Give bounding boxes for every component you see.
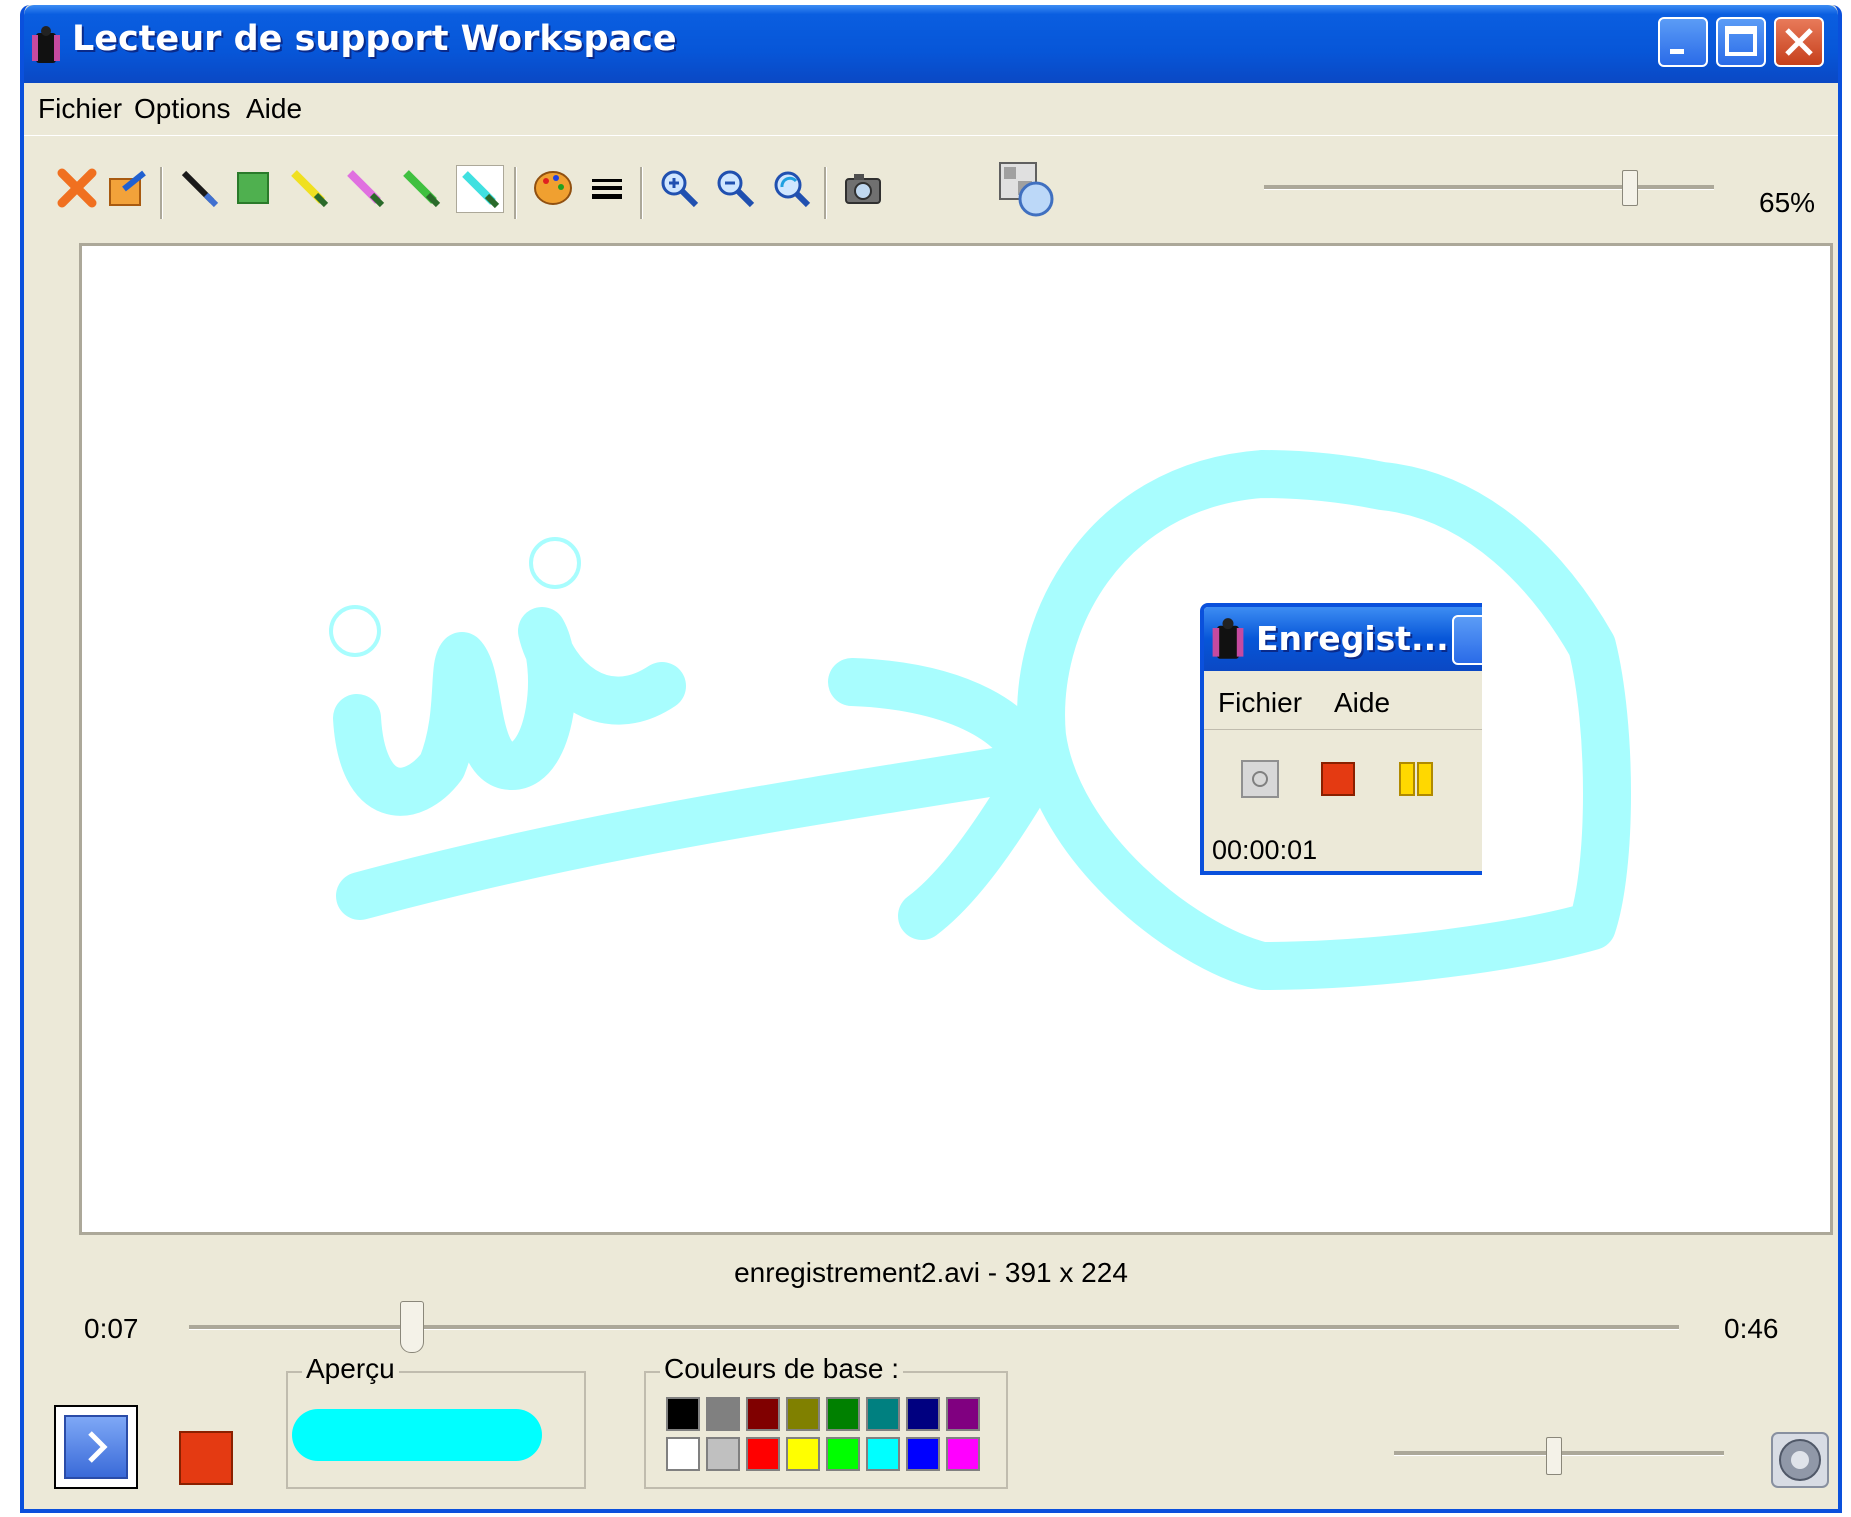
pointer-icon[interactable] (176, 165, 222, 211)
menu-aide[interactable]: Aide (246, 93, 302, 125)
yellow-pen-icon[interactable] (286, 165, 332, 211)
base-colors-label: Couleurs de base : (660, 1353, 904, 1385)
play-button[interactable] (54, 1405, 138, 1489)
preview-label: Aperçu (302, 1353, 399, 1385)
app-icon (32, 26, 60, 63)
color-swatch[interactable] (666, 1437, 700, 1471)
minimize-button[interactable] (1658, 17, 1708, 67)
maximize-button[interactable] (1716, 17, 1766, 67)
toolbar-separator (160, 167, 163, 219)
green-pen-icon[interactable] (398, 165, 444, 211)
toolbar-separator (824, 167, 827, 219)
stop-button[interactable] (179, 1431, 233, 1485)
recorder-menu-fichier[interactable]: Fichier (1218, 687, 1302, 719)
volume-slider-thumb[interactable] (1546, 1437, 1562, 1475)
color-swatch[interactable] (706, 1437, 740, 1471)
zoom-slider-track[interactable] (1264, 185, 1714, 190)
zoom-label: 65% (1759, 187, 1816, 218)
pink-pen-icon[interactable] (342, 165, 388, 211)
color-swatch[interactable] (786, 1437, 820, 1471)
zoom-fit-icon[interactable] (996, 159, 1056, 219)
file-info: enregistrement2.avi - 391 x 224 (734, 1257, 1128, 1288)
maximize-icon (1725, 26, 1757, 56)
cyan-pen-icon[interactable] (456, 165, 504, 213)
pause-icon[interactable] (1398, 761, 1436, 797)
color-swatch[interactable] (906, 1397, 940, 1431)
record-icon[interactable] (1240, 759, 1280, 799)
recorder-app-icon (1212, 618, 1244, 659)
window-title: Lecteur de support Workspace (72, 19, 677, 59)
recorder-title: Enregist... (1256, 619, 1449, 658)
color-swatch[interactable] (666, 1397, 700, 1431)
color-swatch[interactable] (866, 1397, 900, 1431)
recorder-window: Enregist... Fichier Aide 00:00:01 (1200, 603, 1482, 875)
line-width-icon[interactable] (584, 165, 630, 211)
main-window: Lecteur de support Workspace Fichier Opt… (20, 5, 1842, 1513)
color-swatch[interactable] (946, 1397, 980, 1431)
annotation-drawing (329, 450, 1631, 990)
close-button[interactable] (1774, 17, 1824, 67)
zoom-in-icon[interactable] (656, 165, 702, 211)
recorder-divider (1204, 729, 1482, 730)
recorder-minimize-button[interactable] (1452, 615, 1482, 665)
grid-icon[interactable] (230, 165, 276, 211)
color-swatch[interactable] (826, 1397, 860, 1431)
minimize-icon (1670, 49, 1684, 54)
preview-group: Aperçu (286, 1353, 586, 1489)
play-icon (64, 1415, 128, 1479)
recorder-stop-icon[interactable] (1320, 761, 1356, 797)
zoom-slider-thumb[interactable] (1622, 170, 1638, 206)
color-swatch[interactable] (866, 1437, 900, 1471)
color-swatch[interactable] (746, 1397, 780, 1431)
recorder-time: 00:00:01 (1212, 835, 1318, 865)
toolbar-separator (514, 167, 517, 219)
zoom-out-icon[interactable] (712, 165, 758, 211)
seek-slider-thumb[interactable] (400, 1301, 424, 1353)
base-colors-group: Couleurs de base : (644, 1353, 1008, 1489)
recorder-menu-aide[interactable]: Aide (1334, 687, 1390, 719)
color-swatch[interactable] (746, 1437, 780, 1471)
menu-options[interactable]: Options (134, 93, 231, 125)
color-swatch[interactable] (946, 1437, 980, 1471)
delete-icon[interactable] (54, 165, 100, 211)
current-time: 0:07 (84, 1313, 139, 1344)
color-swatch[interactable] (906, 1437, 940, 1471)
preview-swatch (292, 1409, 542, 1461)
color-swatch[interactable] (826, 1437, 860, 1471)
total-time: 0:46 (1724, 1313, 1779, 1344)
refresh-icon[interactable] (768, 165, 814, 211)
close-icon (1785, 28, 1813, 56)
camera-icon[interactable] (840, 165, 886, 211)
video-canvas[interactable]: Enregist... Fichier Aide 00:00:01 (79, 243, 1833, 1235)
open-icon[interactable] (104, 165, 150, 211)
toolbar-separator (640, 167, 643, 219)
color-swatch[interactable] (706, 1397, 740, 1431)
palette-icon[interactable] (530, 165, 576, 211)
menu-bar: Fichier Options Aide (24, 83, 1838, 136)
color-swatch[interactable] (786, 1397, 820, 1431)
speaker-icon[interactable] (1770, 1431, 1830, 1489)
menu-fichier[interactable]: Fichier (38, 93, 122, 125)
recorder-title-bar[interactable]: Enregist... (1204, 607, 1482, 671)
title-bar[interactable]: Lecteur de support Workspace (24, 5, 1838, 83)
